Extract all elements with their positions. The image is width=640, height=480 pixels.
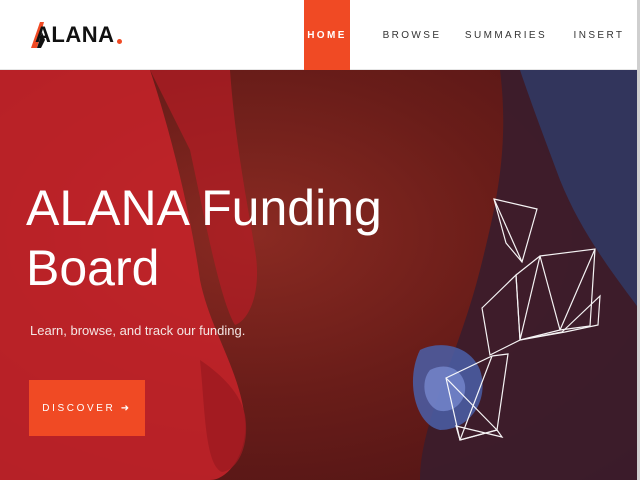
main-nav: HOME BROWSE SUMMARIES INSERT <box>304 0 640 70</box>
brand-dot <box>116 39 122 44</box>
nav-summaries[interactable]: SUMMARIES <box>454 0 558 70</box>
discover-button[interactable]: DISCOVER ➜ <box>29 380 145 436</box>
nav-insert[interactable]: INSERT <box>558 0 640 70</box>
top-header: ALANA HOME BROWSE SUMMARIES INSERT <box>0 0 640 70</box>
brand-name: ALANA <box>35 22 115 47</box>
brand-logo[interactable]: ALANA <box>31 22 122 48</box>
hero-title: ALANA Funding Board <box>26 180 382 296</box>
hero-section: ALANA Funding Board Learn, browse, and t… <box>0 70 640 480</box>
nav-home[interactable]: HOME <box>304 0 350 70</box>
hero-subtitle: Learn, browse, and track our funding. <box>30 323 246 338</box>
nav-browse[interactable]: BROWSE <box>370 0 454 70</box>
